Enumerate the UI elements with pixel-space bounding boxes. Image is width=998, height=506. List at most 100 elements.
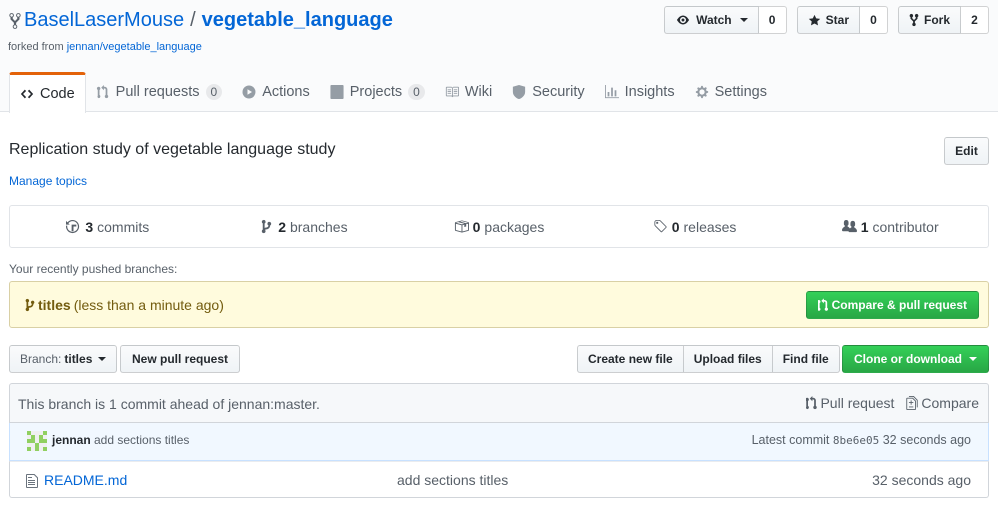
releases-label: releases — [683, 218, 737, 235]
recent-branch: titles (less than a minute ago) — [25, 297, 224, 313]
tab-security[interactable]: Security — [502, 72, 594, 112]
clone-or-download-button[interactable]: Clone or download — [842, 345, 989, 373]
packages-label: packages — [484, 218, 545, 235]
branch-ahead-message: This branch is 1 commit ahead of jennan:… — [18, 396, 320, 412]
tab-pull-requests-label: Pull requests — [115, 84, 200, 100]
avatar[interactable] — [27, 431, 47, 451]
play-icon — [242, 85, 256, 99]
file-age: 32 seconds ago — [872, 472, 971, 488]
commit-sha-link[interactable]: 8be6e05 — [833, 434, 879, 447]
tab-actions[interactable]: Actions — [232, 72, 320, 112]
star-icon — [808, 14, 820, 25]
clone-label: Clone or download — [854, 352, 962, 366]
file-commit-message-link[interactable]: add sections titles — [397, 472, 508, 488]
latest-commit-prefix: Latest commit — [751, 433, 830, 447]
fork-button[interactable]: Fork — [897, 6, 961, 34]
repo-nav: Code Pull requests 0 Actions Projects 0 … — [9, 72, 777, 113]
commits-link[interactable]: 3 commits — [10, 206, 206, 247]
branch-prefix: Branch: — [20, 352, 62, 366]
tab-code[interactable]: Code — [9, 72, 86, 113]
compare-pull-request-label: Compare & pull request — [831, 298, 967, 312]
star-count[interactable]: 0 — [859, 6, 888, 34]
file-row: README.md add sections titles 32 seconds… — [9, 461, 989, 498]
graph-icon — [604, 85, 619, 99]
forked-source-link[interactable]: jennan/vegetable_language — [67, 41, 202, 53]
watch-label: Watch — [696, 13, 732, 27]
git-pull-request-icon — [817, 298, 828, 311]
packages-count: 0 — [472, 218, 481, 235]
fork-label: Fork — [923, 13, 950, 27]
gear-icon — [695, 85, 708, 99]
star-group: Star 0 — [796, 6, 888, 34]
pull-requests-counter: 0 — [205, 84, 223, 100]
tab-projects[interactable]: Projects 0 — [320, 72, 435, 112]
branches-count: 2 — [278, 218, 286, 235]
file-actions-group: Create new file Upload files Find file — [577, 345, 840, 373]
watch-group: Watch 0 — [664, 6, 787, 34]
commit-tease: jennan add sections titles Latest commit… — [9, 423, 989, 461]
file-navigation: Branch: titles New pull request Create n… — [9, 345, 989, 373]
repo-name-link[interactable]: vegetable_language — [202, 9, 393, 32]
releases-count: 0 — [671, 218, 680, 235]
tab-settings-label: Settings — [714, 84, 767, 100]
pull-request-label: Pull request — [820, 395, 895, 411]
commit-author-link[interactable]: jennan — [52, 433, 91, 447]
commit-message-link[interactable]: add sections titles — [94, 433, 189, 447]
star-button[interactable]: Star — [796, 6, 860, 34]
git-pull-request-icon — [96, 85, 108, 99]
watch-count[interactable]: 0 — [758, 6, 787, 34]
tab-pull-requests[interactable]: Pull requests 0 — [86, 72, 233, 112]
path-separator: / — [190, 9, 196, 31]
find-file-button[interactable]: Find file — [771, 345, 840, 373]
tab-wiki-label: Wiki — [464, 84, 493, 100]
git-pull-request-icon — [806, 396, 818, 410]
git-branch-icon — [25, 298, 35, 312]
repo-forked-icon — [9, 12, 21, 29]
compare-link[interactable]: Compare — [906, 395, 979, 411]
commits-count: 3 — [85, 218, 94, 235]
numbers-summary: 3 commits 2 branches 0 packages 0 releas… — [9, 205, 989, 248]
repo-owner-link[interactable]: BaselLaserMouse — [24, 9, 184, 32]
watch-button[interactable]: Watch — [664, 6, 759, 34]
new-pull-request-button[interactable]: New pull request — [120, 345, 241, 373]
recent-branch-flash: titles (less than a minute ago) Compare … — [9, 281, 989, 328]
edit-description-button[interactable]: Edit — [944, 137, 989, 165]
compare-label: Compare — [921, 395, 979, 411]
packages-link[interactable]: 0 packages — [401, 206, 597, 247]
recent-branch-name[interactable]: titles — [38, 297, 71, 313]
tab-insights[interactable]: Insights — [595, 72, 685, 112]
package-icon — [454, 220, 469, 233]
contributors-link[interactable]: 1 contributor — [792, 206, 988, 247]
recent-branch-time: (less than a minute ago) — [73, 297, 224, 313]
tag-icon — [654, 219, 667, 233]
tab-projects-label: Projects — [349, 84, 403, 100]
contributors-count: 1 — [860, 218, 869, 235]
branches-link[interactable]: 2 branches — [206, 206, 402, 247]
commits-label: commits — [97, 218, 150, 235]
compare-pull-request-button[interactable]: Compare & pull request — [805, 291, 979, 319]
tab-insights-label: Insights — [624, 84, 675, 100]
file-icon — [26, 474, 38, 488]
tab-settings[interactable]: Settings — [685, 72, 777, 112]
upload-files-button[interactable]: Upload files — [682, 345, 773, 373]
projects-counter: 0 — [408, 84, 425, 100]
manage-topics-link[interactable]: Manage topics — [9, 174, 87, 188]
pull-request-link[interactable]: Pull request — [806, 395, 894, 411]
tab-actions-label: Actions — [262, 84, 310, 100]
latest-commit-age: 32 seconds ago — [882, 433, 971, 447]
releases-link[interactable]: 0 releases — [597, 206, 793, 247]
branch-select-menu[interactable]: Branch: titles — [9, 345, 118, 373]
current-branch: titles — [64, 352, 93, 366]
create-new-file-button[interactable]: Create new file — [577, 345, 684, 373]
branch-infobar: This branch is 1 commit ahead of jennan:… — [9, 383, 989, 423]
fork-count[interactable]: 2 — [961, 6, 989, 34]
chevron-down-icon — [98, 357, 107, 361]
tab-wiki[interactable]: Wiki — [435, 72, 502, 112]
file-name-link[interactable]: README.md — [44, 472, 127, 488]
history-icon — [66, 219, 80, 234]
forked-from: forked from jennan/vegetable_language — [8, 41, 202, 53]
people-icon — [841, 219, 857, 233]
branches-label: branches — [289, 218, 348, 235]
project-icon — [330, 85, 344, 99]
repo-title: BaselLaserMouse / vegetable_language — [8, 9, 393, 32]
